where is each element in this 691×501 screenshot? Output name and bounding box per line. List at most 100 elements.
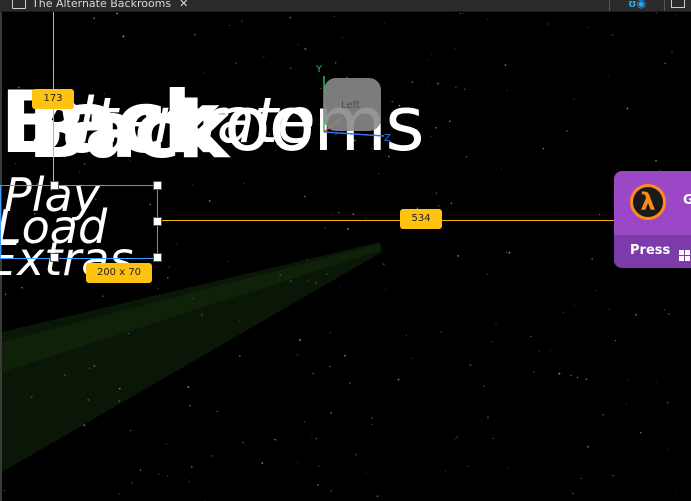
star [608, 74, 610, 76]
resize-handle[interactable] [50, 181, 59, 190]
star [440, 331, 442, 333]
star [411, 357, 414, 359]
top-distance-badge: 173 [32, 89, 74, 109]
star [93, 17, 95, 20]
star [191, 297, 193, 299]
star [315, 437, 318, 440]
star [430, 135, 432, 138]
resize-handle[interactable] [153, 181, 162, 190]
resize-handle[interactable] [50, 253, 59, 262]
star [486, 18, 488, 20]
star [506, 89, 508, 91]
star [664, 62, 666, 64]
star [467, 465, 469, 468]
star [397, 378, 400, 381]
star [436, 82, 439, 85]
star [617, 289, 619, 291]
star [573, 98, 575, 100]
star [504, 64, 507, 66]
star [118, 387, 121, 390]
star [290, 280, 292, 282]
star [116, 12, 119, 15]
star [54, 442, 56, 444]
star [612, 474, 614, 477]
star [341, 36, 343, 38]
star [102, 295, 104, 297]
star [492, 437, 495, 440]
star [586, 26, 588, 28]
star [437, 204, 440, 207]
star [405, 334, 407, 336]
star [625, 403, 627, 405]
star [668, 448, 670, 450]
star [349, 382, 351, 384]
eye-icon[interactable]: ʊ◉ [610, 0, 664, 11]
star [239, 319, 241, 321]
star [227, 261, 229, 263]
star [554, 213, 556, 214]
star [53, 65, 56, 67]
star [229, 25, 231, 26]
star [63, 374, 66, 377]
star [306, 280, 308, 282]
star [306, 259, 308, 261]
star [383, 23, 385, 25]
star [459, 12, 461, 15]
star [457, 254, 460, 257]
resize-handle[interactable] [153, 253, 162, 262]
star [666, 401, 669, 404]
star [83, 424, 86, 427]
star [288, 276, 290, 278]
star [344, 354, 346, 357]
star [354, 453, 357, 456]
star [538, 350, 541, 352]
star [243, 182, 245, 184]
star [486, 273, 488, 275]
star [595, 289, 597, 292]
star [371, 417, 374, 420]
star [487, 416, 489, 419]
document-icon [12, 0, 26, 9]
plugin-popup[interactable]: λ G Press [614, 171, 691, 268]
star [30, 396, 33, 398]
star [338, 211, 340, 214]
star [450, 202, 453, 205]
star [378, 173, 380, 175]
star [171, 380, 173, 382]
star [189, 404, 191, 407]
star [176, 243, 178, 245]
selection-box[interactable] [0, 185, 158, 259]
close-icon[interactable]: ✕ [179, 0, 188, 10]
star [303, 421, 306, 423]
star [542, 147, 545, 150]
star [289, 16, 292, 19]
star [118, 400, 120, 402]
star [611, 34, 614, 36]
star [608, 308, 610, 310]
star [21, 286, 24, 289]
star [626, 107, 629, 110]
star [655, 12, 658, 14]
star [168, 266, 170, 268]
star [546, 78, 548, 80]
star [128, 332, 130, 335]
star [108, 304, 110, 305]
size-badge: 200 x 70 [86, 263, 152, 283]
resize-handle[interactable] [153, 217, 162, 226]
star [382, 263, 385, 265]
star [117, 29, 119, 31]
document-tab[interactable]: The Alternate Backrooms ✕ [12, 0, 188, 11]
star [330, 214, 332, 216]
star [261, 462, 264, 464]
star [118, 493, 121, 495]
star [469, 364, 472, 367]
star [333, 16, 335, 18]
document-icon[interactable] [665, 0, 691, 11]
star [491, 341, 492, 342]
star [365, 217, 367, 219]
windows-key-icon [678, 250, 690, 261]
star [384, 288, 386, 290]
star [304, 47, 307, 50]
star [289, 67, 292, 69]
star [296, 353, 299, 356]
